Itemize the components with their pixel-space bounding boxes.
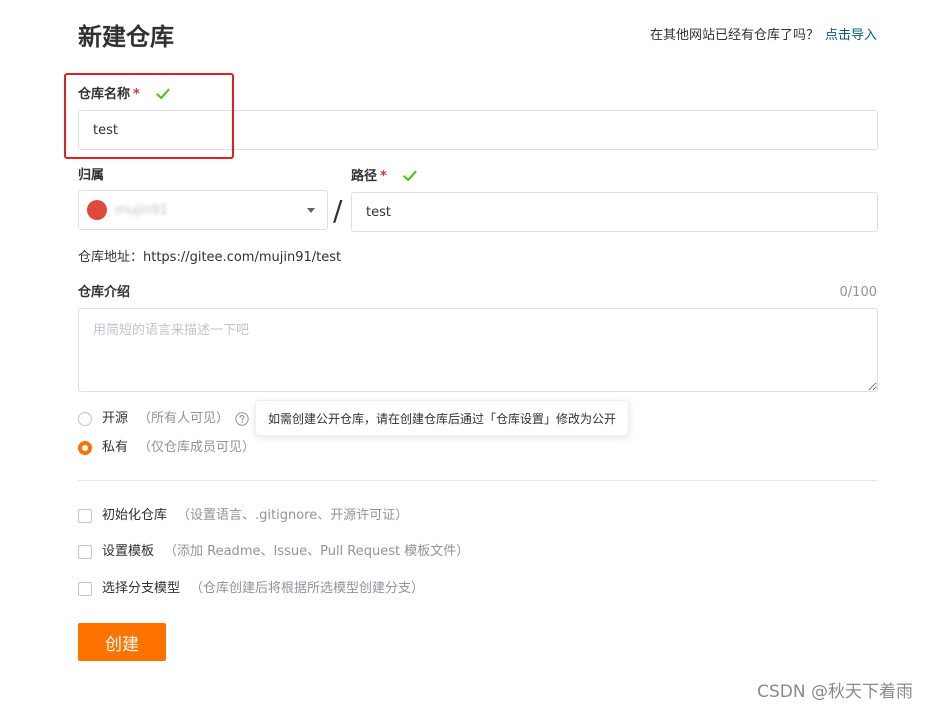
create-button[interactable]: 创建 — [78, 623, 166, 661]
option-hint: （仓库创建后将根据所选模型创建分支） — [190, 581, 425, 596]
visibility-public-option[interactable]: 开源 （所有人可见） — [78, 410, 249, 428]
option-init-repo[interactable]: 初始化仓库 （设置语言、.gitignore、开源许可证） — [78, 507, 408, 525]
option-hint: （添加 Readme、Issue、Pull Request 模板文件） — [164, 544, 470, 559]
description-textarea[interactable] — [78, 308, 878, 392]
owner-name: mujin91 — [115, 202, 168, 218]
page-title: 新建仓库 — [78, 23, 174, 51]
option-label: 设置模板 — [102, 544, 155, 559]
option-template[interactable]: 设置模板 （添加 Readme、Issue、Pull Request 模板文件） — [78, 543, 469, 561]
watermark: CSDN @秋天下着雨 — [757, 682, 913, 702]
owner-label: 归属 — [78, 168, 105, 183]
import-hint: 在其他网站已经有仓库了吗？ 点击导入 — [650, 27, 877, 45]
public-label: 开源 — [102, 411, 129, 426]
owner-select[interactable]: mujin91 — [78, 190, 328, 230]
option-branch-model[interactable]: 选择分支模型 （仓库创建后将根据所选模型创建分支） — [78, 580, 424, 598]
public-hint: （所有人可见） — [138, 411, 230, 426]
check-icon — [403, 170, 417, 188]
visibility-private-option[interactable]: 私有 （仅仓库成员可见） — [78, 439, 255, 457]
option-label: 初始化仓库 — [102, 508, 168, 523]
path-separator: / — [333, 194, 343, 227]
path-input[interactable]: test — [351, 192, 878, 232]
repo-name-input[interactable]: test — [78, 110, 878, 150]
import-link[interactable]: 点击导入 — [825, 28, 877, 43]
import-hint-text: 在其他网站已经有仓库了吗？ — [649, 28, 819, 43]
required-star: * — [380, 169, 387, 184]
public-radio[interactable] — [78, 412, 92, 426]
path-label-text: 路径 — [351, 169, 378, 184]
divider — [78, 480, 878, 481]
repo-name-label: 仓库名称 * — [78, 86, 170, 106]
caret-down-icon — [307, 207, 315, 213]
avatar — [87, 200, 107, 220]
repo-name-label-text: 仓库名称 — [78, 87, 131, 102]
description-counter: 0/100 — [839, 285, 877, 300]
private-hint: （仅仓库成员可见） — [138, 440, 256, 455]
new-repo-page: 新建仓库 在其他网站已经有仓库了吗？ 点击导入 仓库名称 * test 归属 muj… — [0, 0, 929, 712]
template-checkbox[interactable] — [78, 545, 92, 559]
option-hint: （设置语言、.gitignore、开源许可证） — [177, 508, 409, 523]
required-star: * — [133, 87, 140, 102]
branch-model-checkbox[interactable] — [78, 582, 92, 596]
private-radio[interactable] — [78, 441, 92, 455]
option-label: 选择分支模型 — [102, 581, 181, 596]
check-icon — [156, 88, 170, 106]
description-label: 仓库介绍 — [78, 285, 131, 300]
path-label: 路径 * — [351, 168, 417, 188]
help-icon[interactable] — [235, 412, 249, 426]
init-repo-checkbox[interactable] — [78, 509, 92, 523]
visibility-tooltip: 如需创建公开仓库，请在创建仓库后通过「仓库设置」修改为公开 — [255, 400, 630, 436]
repo-address: 仓库地址：https://gitee.com/mujin91/test — [78, 250, 342, 265]
private-label: 私有 — [102, 440, 129, 455]
